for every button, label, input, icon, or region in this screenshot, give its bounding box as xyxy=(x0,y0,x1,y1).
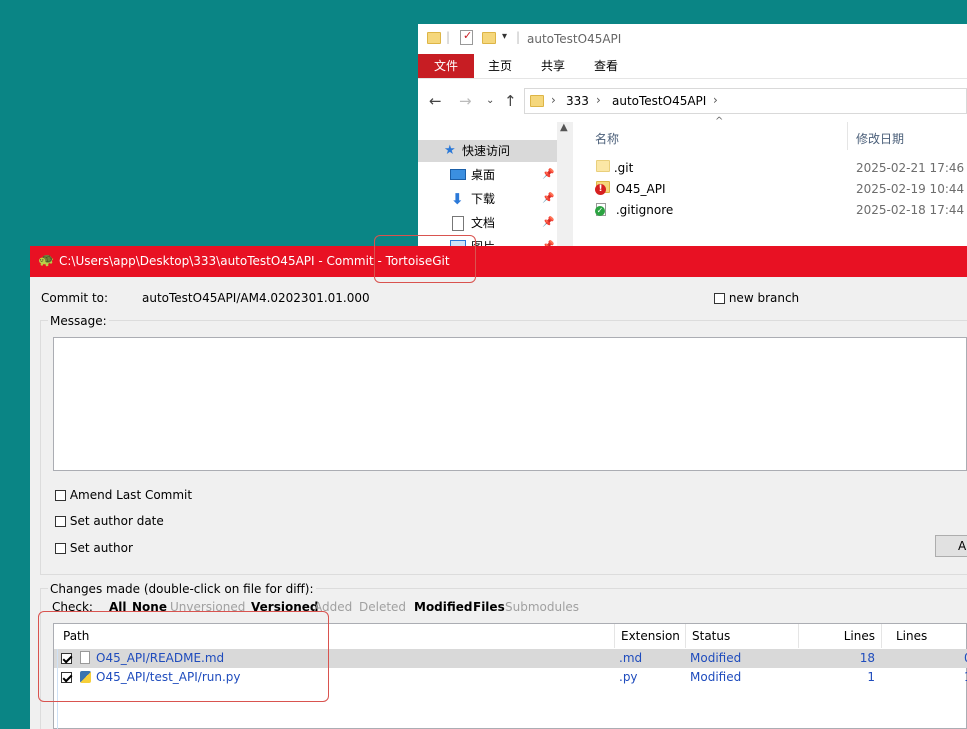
new-branch-label: new branch xyxy=(728,291,800,305)
forward-arrow-icon[interactable]: → xyxy=(459,92,472,110)
sort-ascending-icon: ^ xyxy=(715,116,724,127)
nav-item-label: 桌面 xyxy=(471,168,496,182)
folder-icon xyxy=(427,32,441,44)
set-author-label: Set author xyxy=(69,541,133,555)
pin-icon[interactable]: 📌 xyxy=(542,212,554,234)
filter-submodules[interactable]: Submodules xyxy=(505,600,579,614)
breadcrumb-333[interactable]: 333 xyxy=(566,94,589,108)
column-header-extension[interactable]: Extension xyxy=(615,624,686,648)
file-row-gitignore[interactable]: ✓ .gitignore xyxy=(595,200,674,220)
scroll-up-icon[interactable]: ▲ xyxy=(560,122,568,133)
column-header-name[interactable]: 名称 xyxy=(595,130,619,147)
recent-locations-icon[interactable]: ⌄ xyxy=(486,95,494,106)
pin-icon[interactable]: 📌 xyxy=(542,188,554,210)
row-status: Modified xyxy=(690,670,742,684)
file-date: 2025-02-19 10:44 xyxy=(856,182,965,196)
tortoise-icon: 🐢 xyxy=(38,253,55,268)
separator: | xyxy=(516,30,521,44)
pin-icon[interactable]: 📌 xyxy=(542,236,554,246)
new-folder-icon[interactable] xyxy=(482,32,496,44)
chevron-right-icon: › xyxy=(596,93,601,107)
row-lines-added: 18 xyxy=(859,651,875,665)
row-extension: .py xyxy=(619,670,638,684)
separator: | xyxy=(446,30,451,44)
nav-item-label: 文档 xyxy=(471,216,496,230)
file-explorer-window: | ✓ ▾ | autoTestO45API 文件 主页 共享 查看 ← → ⌄… xyxy=(418,24,967,246)
folder-icon xyxy=(596,160,610,172)
filter-deleted[interactable]: Deleted xyxy=(359,600,406,614)
ribbon-tabs: 文件 主页 共享 查看 xyxy=(418,54,967,79)
window-title: autoTestO45API xyxy=(527,32,622,46)
tab-share[interactable]: 共享 xyxy=(541,54,565,78)
file-name: .gitignore xyxy=(615,203,674,217)
download-arrow-icon: ⬇ xyxy=(451,190,464,208)
quick-access-dropdown-icon[interactable]: ▾ xyxy=(502,31,507,42)
checkbox-box[interactable] xyxy=(714,293,725,304)
commit-message-textarea[interactable] xyxy=(53,337,967,471)
row-status: Modified xyxy=(690,651,742,665)
nav-pane-scrollbar[interactable]: ▲ xyxy=(557,122,573,246)
pin-icon[interactable]: 📌 xyxy=(542,164,554,186)
column-header-lines-added[interactable]: Lines added xyxy=(799,624,882,667)
file-name: .git xyxy=(613,161,634,175)
nav-item-downloads[interactable]: ⬇ 下载 📌 xyxy=(418,188,557,210)
row-extension: .md xyxy=(619,651,643,665)
column-header-status[interactable]: Status xyxy=(686,624,799,648)
tab-home[interactable]: 主页 xyxy=(488,54,512,78)
new-branch-checkbox[interactable]: new branch xyxy=(714,291,799,305)
folder-icon xyxy=(530,95,544,107)
row-lines-added: 1 xyxy=(867,670,875,684)
nav-item-label: 快速访问 xyxy=(462,144,511,158)
file-date: 2025-02-21 17:46 xyxy=(856,161,965,175)
column-divider[interactable] xyxy=(847,122,848,150)
document-icon xyxy=(452,216,464,231)
commit-to-label: Commit to: xyxy=(41,291,109,305)
checkbox-box[interactable] xyxy=(55,516,66,527)
ok-overlay-icon: ✓ xyxy=(595,206,605,216)
message-label: Message: xyxy=(48,314,109,328)
changes-label: Changes made (double-click on file for d… xyxy=(48,582,316,596)
up-arrow-icon[interactable]: ↑ xyxy=(504,92,517,110)
set-author-date-checkbox[interactable]: Set author date xyxy=(55,514,164,528)
file-row-o45-api[interactable]: ! O45_API xyxy=(595,179,666,199)
watermark: CSDN @唐古乌梁海 xyxy=(825,706,963,724)
desktop-icon xyxy=(450,169,466,180)
set-author-checkbox[interactable]: Set author xyxy=(55,541,133,555)
nav-item-desktop[interactable]: 桌面 📌 xyxy=(418,164,557,186)
properties-icon[interactable]: ✓ xyxy=(460,29,473,45)
file-date: 2025-02-18 17:44 xyxy=(856,203,965,217)
set-author-date-label: Set author date xyxy=(69,514,164,528)
tab-file[interactable]: 文件 xyxy=(418,54,474,78)
amend-last-commit-checkbox[interactable]: Amend Last Commit xyxy=(55,488,192,502)
annotation-highlight-changed-files xyxy=(38,611,329,702)
checkbox-box[interactable] xyxy=(55,543,66,554)
file-row-git[interactable]: .git xyxy=(596,158,633,178)
column-header-lines-removed[interactable]: Lines removed xyxy=(882,624,967,667)
conflict-overlay-icon: ! xyxy=(595,184,606,195)
commit-to-branch: autoTestO45API/AM4.0202301.01.000 xyxy=(142,291,370,305)
filter-modified[interactable]: Modified xyxy=(414,600,473,614)
side-action-button[interactable]: A xyxy=(935,535,967,557)
nav-item-label: 下载 xyxy=(471,192,496,206)
back-arrow-icon[interactable]: ← xyxy=(429,92,442,110)
dialog-titlebar: 🐢 C:\Users\app\Desktop\333\autoTestO45AP… xyxy=(30,246,967,277)
address-row: ← → ⌄ ↑ › 333 › autoTestO45API › xyxy=(418,86,967,116)
address-bar[interactable]: › 333 › autoTestO45API › xyxy=(524,88,967,114)
filter-files[interactable]: Files xyxy=(473,600,505,614)
chevron-right-icon[interactable]: › xyxy=(713,93,718,107)
breadcrumb-current[interactable]: autoTestO45API xyxy=(612,94,706,108)
annotation-highlight-tortoisegit xyxy=(374,235,476,283)
file-name: O45_API xyxy=(615,182,666,196)
column-header-date[interactable]: 修改日期 xyxy=(856,130,904,147)
nav-item-documents[interactable]: 文档 📌 xyxy=(418,212,557,234)
chevron-right-icon: › xyxy=(551,93,556,107)
nav-item-quick-access[interactable]: ★ 快速访问 xyxy=(418,140,557,162)
tab-view[interactable]: 查看 xyxy=(594,54,618,78)
explorer-titlebar: | ✓ ▾ | autoTestO45API xyxy=(418,24,967,54)
star-icon: ★ xyxy=(444,143,456,158)
amend-label: Amend Last Commit xyxy=(69,488,193,502)
checkbox-box[interactable] xyxy=(55,490,66,501)
